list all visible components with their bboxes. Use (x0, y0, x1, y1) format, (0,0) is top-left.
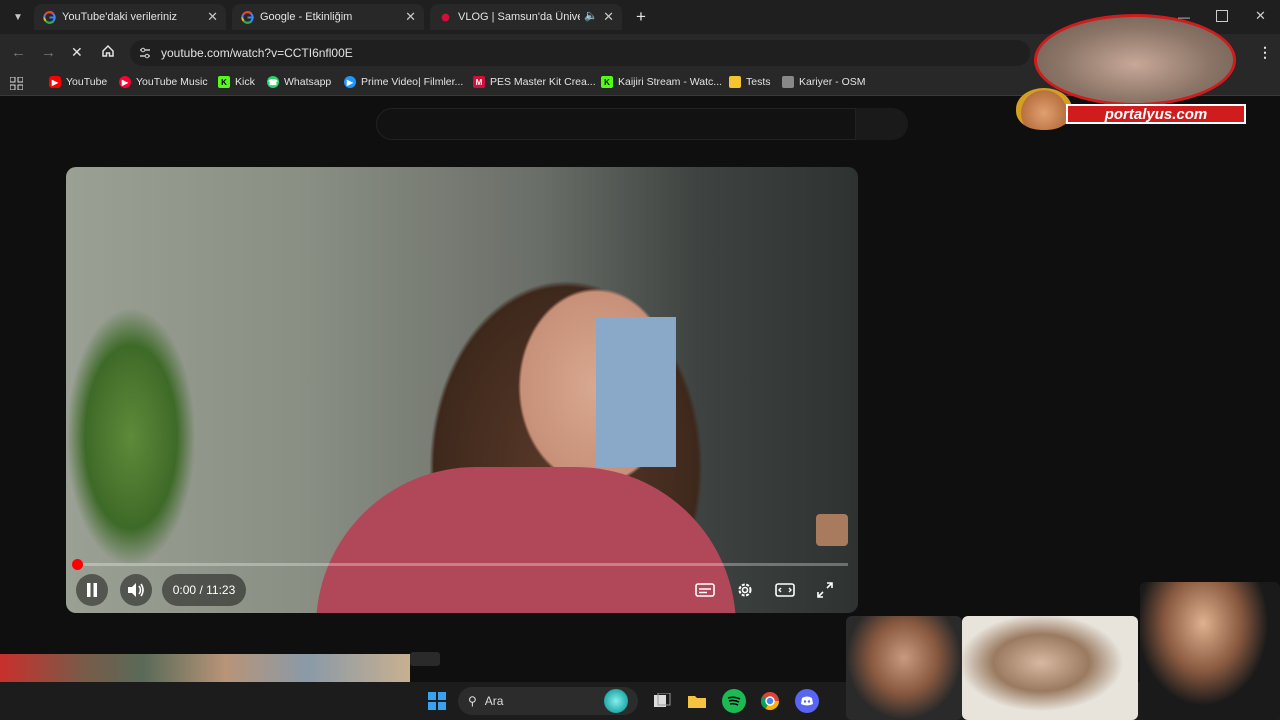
time-label: 0:00 / 11:23 (172, 583, 236, 597)
mascot-logo (1016, 88, 1072, 130)
bookmark-label: Whatsapp (284, 76, 332, 88)
bookmark-whatsapp[interactable]: ☎ Whatsapp (267, 76, 331, 88)
pes-master-icon: M (473, 76, 485, 88)
progress-bar[interactable] (76, 563, 848, 566)
subtitles-icon (695, 583, 715, 597)
time-display: 0:00 / 11:23 (162, 574, 246, 606)
url-text: youtube.com/watch?v=CCTI6nfl00E (161, 46, 353, 60)
tab-title: VLOG | Samsun'da Üniversit (458, 11, 580, 23)
discord-icon[interactable] (795, 689, 819, 713)
menu-icon[interactable]: ⋮ (1258, 44, 1272, 61)
youtube-icon: ▶ (49, 76, 61, 88)
stop-loading-icon[interactable]: ✕ (71, 44, 83, 61)
bookmark-label: YouTube (66, 76, 108, 88)
site-info-icon[interactable] (138, 46, 152, 60)
spotify-icon[interactable] (722, 689, 746, 713)
tab-youtube-data[interactable]: YouTube'daki verileriniz ✕ (34, 4, 226, 30)
close-tab-button[interactable]: ✕ (603, 9, 614, 25)
speaker-icon[interactable]: 🔈 (584, 9, 598, 22)
tab-google-activity[interactable]: Google - Etkinliğim ✕ (232, 4, 424, 30)
progress-scrubber[interactable] (72, 559, 83, 570)
bookmark-label: PES Master Kit Crea... (490, 76, 596, 88)
theater-icon (775, 583, 795, 597)
settings-button[interactable] (730, 577, 760, 603)
kick-icon: K (218, 76, 230, 88)
forward-icon[interactable]: → (41, 44, 56, 61)
bookmark-pes-master[interactable]: M PES Master Kit Crea... (473, 76, 596, 88)
youtube-music-icon: ▶ (119, 76, 131, 88)
search-button[interactable] (856, 108, 908, 140)
reaction-cam-2 (962, 616, 1138, 720)
chevron-down-icon: ▼ (13, 11, 23, 23)
youtube-search-input[interactable] (376, 108, 856, 140)
pause-button[interactable] (76, 574, 108, 606)
bookmark-tests[interactable]: Tests (729, 76, 771, 88)
close-tab-button[interactable]: ✕ (405, 9, 416, 25)
brand-banner: portalyus.com (1066, 104, 1246, 124)
prime-video-icon: ▶ (344, 76, 356, 88)
volume-icon (128, 583, 144, 597)
tests-icon (729, 76, 741, 88)
bookmark-label: Kariyer - OSM (799, 76, 866, 88)
chrome-icon[interactable] (758, 689, 782, 713)
bookmark-label: Tests (746, 76, 771, 88)
close-window-button[interactable]: ✕ (1255, 8, 1269, 23)
brand-text: portalyus.com (1104, 105, 1208, 123)
google-icon (240, 10, 254, 24)
reaction-cam-1 (846, 616, 962, 720)
youtube-icon (438, 10, 452, 24)
tab-vlog[interactable]: VLOG | Samsun'da Üniversit 🔈 ✕ (430, 4, 622, 30)
address-bar[interactable]: youtube.com/watch?v=CCTI6nfl00E (130, 40, 1030, 66)
home-icon[interactable] (101, 44, 115, 58)
channel-watermark[interactable] (816, 514, 848, 546)
task-view-icon[interactable] (650, 689, 674, 713)
fullscreen-button[interactable] (810, 577, 840, 603)
widgets-icon[interactable] (604, 689, 628, 713)
thumbnail-progress (410, 652, 440, 666)
tab-title: Google - Etkinliğim (260, 11, 353, 23)
restore-button[interactable] (1216, 10, 1228, 22)
new-tab-button[interactable]: + (632, 8, 650, 26)
video-person (316, 467, 736, 613)
bookmark-kariyer[interactable]: Kariyer - OSM (782, 76, 866, 88)
webcam-overlay (1034, 14, 1236, 106)
bookmark-label: Kaijiri Stream - Watc... (618, 76, 723, 88)
bookmark-kick[interactable]: K Kick (218, 76, 255, 88)
tab-title: YouTube'daki verileriniz (62, 11, 178, 23)
google-icon (42, 10, 56, 24)
video-window (596, 317, 676, 467)
apps-grid-icon[interactable] (9, 76, 24, 91)
kariyer-icon (782, 76, 794, 88)
fullscreen-icon (817, 582, 833, 598)
gear-icon (738, 583, 752, 597)
bookmark-label: Prime Video| Filmler... (361, 76, 464, 88)
reaction-cam-3 (1140, 582, 1280, 720)
bookmark-prime-video[interactable]: ▶ Prime Video| Filmler... (344, 76, 463, 88)
file-explorer-icon[interactable] (685, 689, 709, 713)
video-plant (66, 307, 196, 567)
theater-mode-button[interactable] (770, 577, 800, 603)
video-player[interactable]: 0:00 / 11:23 (66, 167, 858, 613)
bookmark-youtube[interactable]: ▶ YouTube (49, 76, 107, 88)
bookmark-kaijiri-stream[interactable]: K Kaijiri Stream - Watc... (601, 76, 722, 88)
tab-search-dropdown[interactable]: ▼ (10, 9, 26, 25)
kick-icon: K (601, 76, 613, 88)
search-icon: ⚲ (468, 694, 477, 708)
subtitles-button[interactable] (690, 577, 720, 603)
pause-icon (87, 583, 97, 597)
close-tab-button[interactable]: ✕ (207, 9, 218, 25)
whatsapp-icon: ☎ (267, 76, 279, 88)
back-icon[interactable]: ← (11, 44, 26, 61)
bookmark-label: YouTube Music (136, 76, 208, 88)
bookmark-youtube-music[interactable]: ▶ YouTube Music (119, 76, 208, 88)
taskbar-search-label: Ara (484, 694, 504, 708)
windows-start-icon[interactable] (425, 689, 449, 713)
volume-button[interactable] (120, 574, 152, 606)
bookmark-label: Kick (235, 76, 255, 88)
